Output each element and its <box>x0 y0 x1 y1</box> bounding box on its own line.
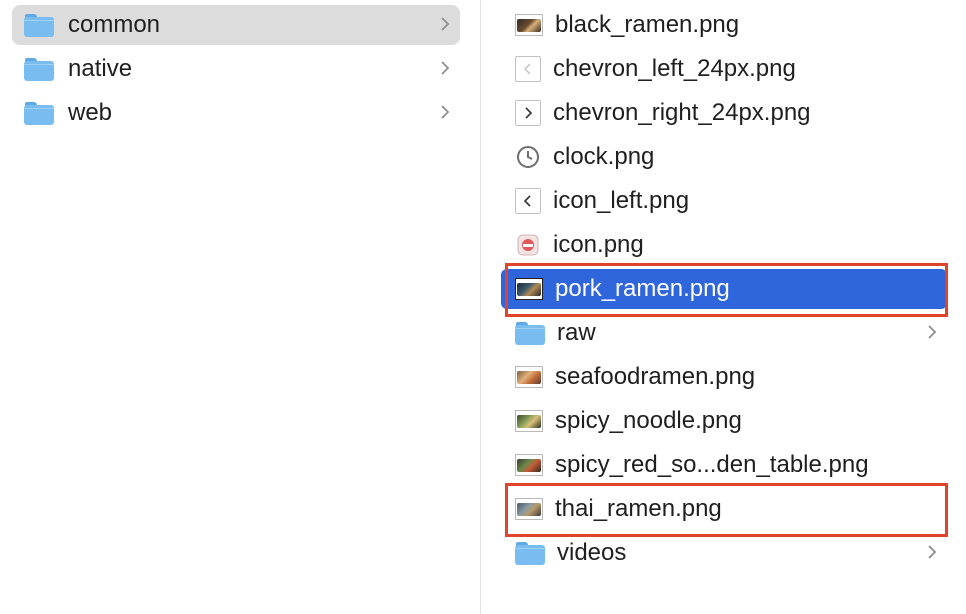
chevron-right-icon <box>515 100 541 126</box>
file-label: seafoodramen.png <box>555 363 756 390</box>
file-label: icon_left.png <box>553 187 690 214</box>
file-label: spicy_red_so...den_table.png <box>555 451 869 478</box>
image-thumbnail-icon <box>515 454 543 476</box>
chevron-right-icon <box>928 325 937 339</box>
folder-icon <box>24 101 54 125</box>
file-label: icon.png <box>553 231 644 258</box>
image-thumbnail-icon <box>515 366 543 388</box>
chevron-right-icon <box>441 105 450 119</box>
image-thumbnail-icon <box>515 14 543 36</box>
folder-label: common <box>68 11 161 38</box>
chevron-right-icon <box>928 545 937 559</box>
app-icon <box>515 232 541 258</box>
folder-label: native <box>68 55 133 82</box>
folder-icon <box>24 57 54 81</box>
folder-row-videos[interactable]: videos <box>501 533 947 573</box>
chevron-right-icon <box>441 61 450 75</box>
folder-label: web <box>68 99 113 126</box>
highlight-box-pork-ramen <box>505 263 948 317</box>
chevron-right-icon <box>441 17 450 31</box>
file-row-icon-left[interactable]: icon_left.png <box>501 181 947 221</box>
folder-row-native[interactable]: native <box>12 49 460 89</box>
chevron-left-icon <box>515 56 541 82</box>
folder-row-raw[interactable]: raw <box>501 313 947 353</box>
file-label: black_ramen.png <box>555 11 740 38</box>
file-label: chevron_right_24px.png <box>553 99 811 126</box>
folder-label: raw <box>557 319 596 346</box>
chevron-left-icon <box>515 188 541 214</box>
file-row-spicy-noodle[interactable]: spicy_noodle.png <box>501 401 947 441</box>
file-row-clock[interactable]: clock.png <box>501 137 947 177</box>
file-row-chevron-left-24px[interactable]: chevron_left_24px.png <box>501 49 947 89</box>
folder-label: videos <box>557 539 627 566</box>
file-row-icon[interactable]: icon.png <box>501 225 947 265</box>
file-label: spicy_noodle.png <box>555 407 742 434</box>
folder-row-web[interactable]: web <box>12 93 460 133</box>
folder-icon <box>515 541 545 565</box>
file-row-chevron-right-24px[interactable]: chevron_right_24px.png <box>501 93 947 133</box>
left-column: common native web <box>0 0 480 614</box>
file-row-black-ramen[interactable]: black_ramen.png <box>501 5 947 45</box>
clock-icon <box>515 144 541 170</box>
folder-row-common[interactable]: common <box>12 5 460 45</box>
file-row-spicy-red-soup[interactable]: spicy_red_so...den_table.png <box>501 445 947 485</box>
highlight-box-thai-ramen <box>505 483 948 537</box>
folder-icon <box>515 321 545 345</box>
folder-icon <box>24 13 54 37</box>
image-thumbnail-icon <box>515 410 543 432</box>
file-row-seafoodramen[interactable]: seafoodramen.png <box>501 357 947 397</box>
file-label: chevron_left_24px.png <box>553 55 796 82</box>
file-label: clock.png <box>553 143 655 170</box>
